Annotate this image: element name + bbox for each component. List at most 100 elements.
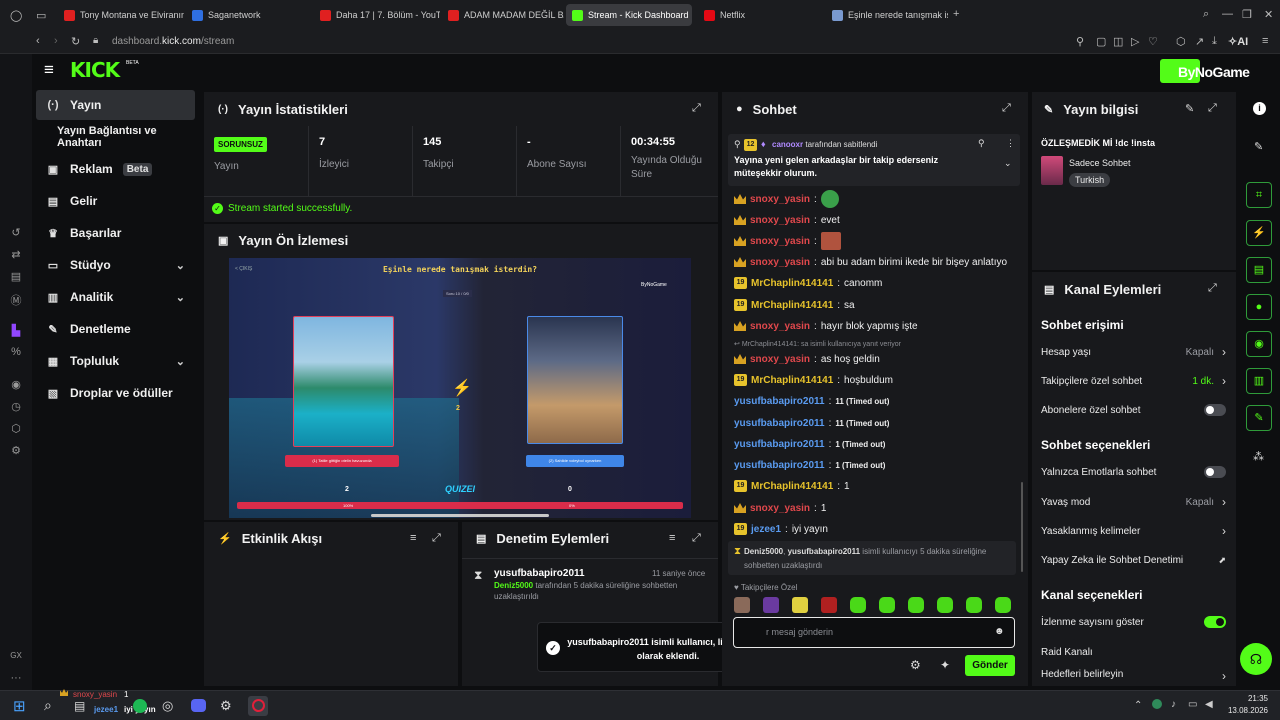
notes-icon[interactable]: ▤ bbox=[9, 270, 23, 283]
chat-scrollbar[interactable] bbox=[1021, 482, 1023, 572]
category-thumbnail[interactable] bbox=[1041, 156, 1063, 185]
steam-icon[interactable]: ⚙ bbox=[220, 698, 232, 714]
popout-icon[interactable]: ⤢ bbox=[1208, 282, 1217, 295]
share-icon[interactable]: ↗ bbox=[1195, 35, 1204, 48]
chat-username[interactable]: MrChaplin414141 bbox=[751, 481, 833, 492]
support-button[interactable]: ☊ bbox=[1240, 643, 1272, 675]
search-icon[interactable]: ⌕ bbox=[1203, 8, 1209, 21]
settings-icon[interactable]: ⚙ bbox=[910, 658, 921, 672]
browser-tab[interactable]: Tony Montana ve Elviranın bbox=[58, 4, 184, 26]
apps-icon[interactable]: ⁂ bbox=[1253, 450, 1264, 463]
browser-tab[interactable]: ADAM MADAM DEĞİL BAM bbox=[442, 4, 564, 26]
more-icon[interactable]: ··· bbox=[9, 672, 23, 684]
emotes-only-row[interactable]: Yalnızca Emotlarla sohbet bbox=[1041, 461, 1226, 483]
raid-row[interactable]: Raid Kanalı bbox=[1041, 641, 1226, 663]
account-age-row[interactable]: Hesap yaşı Kapalı › bbox=[1041, 341, 1226, 363]
slow-mode-row[interactable]: Yavaş mod Kapalı › bbox=[1041, 491, 1226, 513]
emotes-only-toggle[interactable] bbox=[1204, 466, 1226, 478]
chat-message[interactable]: snoxy_yasin: hayır blok yapmış işte bbox=[734, 317, 918, 335]
settings-icon[interactable]: ⚙ bbox=[9, 444, 23, 457]
chat-username[interactable]: jezee1 bbox=[751, 524, 781, 535]
emote-picker-item[interactable] bbox=[908, 597, 924, 613]
new-tab-button[interactable]: + bbox=[953, 8, 959, 20]
edit-icon[interactable]: ✎ bbox=[1185, 102, 1194, 115]
nav-item-1[interactable]: Yayın Bağlantısı ve Anahtarı bbox=[36, 122, 202, 152]
info-icon[interactable]: i bbox=[1253, 102, 1266, 115]
reload-icon[interactable]: ↻ bbox=[71, 35, 80, 48]
send-button[interactable]: Gönder bbox=[965, 655, 1015, 676]
chat-username[interactable]: snoxy_yasin bbox=[750, 257, 810, 268]
close-icon[interactable]: ✕ bbox=[1264, 8, 1273, 21]
nav-item-7[interactable]: ✎ Denetleme bbox=[36, 314, 195, 344]
wrench-icon[interactable]: ✎ bbox=[1246, 405, 1272, 431]
opera-logo-icon[interactable]: ◯ bbox=[10, 9, 22, 22]
chat-message[interactable]: snoxy_yasin: bbox=[734, 190, 839, 208]
player-icon[interactable]: ▷ bbox=[1131, 35, 1139, 48]
brand-logo[interactable]: ByNoGame bbox=[1178, 64, 1250, 80]
minimize-icon[interactable]: — bbox=[1222, 8, 1233, 20]
show-viewers-row[interactable]: İzlenme sayısını göster bbox=[1041, 611, 1226, 633]
banned-words-row[interactable]: Yasaklanmış kelimeler › bbox=[1041, 520, 1226, 542]
tab-menu-icon[interactable]: ▭ bbox=[36, 9, 46, 22]
windows-start-icon[interactable]: ⊞ bbox=[13, 697, 26, 715]
edit-icon[interactable]: ✎ bbox=[1254, 140, 1263, 153]
chat-message[interactable]: yusufbabapiro2011:11 (Timed out) bbox=[734, 414, 889, 432]
popout-icon[interactable]: ⤢ bbox=[692, 532, 701, 545]
chat-username[interactable]: MrChaplin414141 bbox=[751, 300, 833, 311]
search-icon[interactable]: ⌕ bbox=[44, 697, 52, 714]
chevron-down-icon[interactable]: ⌄ bbox=[176, 259, 185, 272]
popout-icon[interactable]: ⤢ bbox=[692, 102, 701, 115]
chrome-icon[interactable]: ◎ bbox=[162, 698, 173, 714]
chat-input[interactable]: r mesaj gönderin ☻ bbox=[733, 617, 1015, 648]
ai-button[interactable]: ✧AI bbox=[1228, 35, 1248, 48]
emote-picker-item[interactable] bbox=[763, 597, 779, 613]
chat-message[interactable]: yusufbabapiro2011:11 (Timed out) bbox=[734, 392, 889, 410]
option-left-image[interactable] bbox=[293, 316, 394, 447]
pin-icon[interactable]: ⚲ bbox=[1076, 35, 1084, 48]
goals-row[interactable]: Hedefleri belirleyin › bbox=[1041, 669, 1226, 686]
chat-icon[interactable]: ● bbox=[1246, 294, 1272, 320]
broadcast-icon[interactable]: ◉ bbox=[1246, 331, 1272, 357]
kebab-icon[interactable]: ⋮ bbox=[1006, 138, 1015, 149]
browser-tab[interactable]: Netflix bbox=[698, 4, 824, 26]
nav-item-8[interactable]: ▦ Topluluk ⌄ bbox=[36, 346, 195, 376]
unpin-icon[interactable]: ⚲ bbox=[978, 138, 985, 149]
chat-username[interactable]: snoxy_yasin bbox=[750, 194, 810, 205]
microphone-icon[interactable]: ♪ bbox=[1171, 699, 1176, 710]
popout-icon[interactable]: ⤢ bbox=[1002, 102, 1011, 115]
pinned-message[interactable]: ⚲ 12 ♦ canooxr tarafından sabitlendi ⚲ ⋮… bbox=[728, 134, 1020, 186]
emote-picker-item[interactable] bbox=[879, 597, 895, 613]
chat-username[interactable]: snoxy_yasin bbox=[750, 354, 810, 365]
nav-item-2[interactable]: ▣ Reklam Beta bbox=[36, 154, 195, 184]
hamburger-icon[interactable]: ≡ bbox=[44, 60, 54, 80]
tray-chevron-icon[interactable]: ⌃ bbox=[1134, 700, 1142, 711]
player-side-icon[interactable]: ◉ bbox=[9, 378, 23, 391]
browser-tab[interactable]: Saganetwork bbox=[186, 4, 312, 26]
chat-message[interactable]: 19 MrChaplin414141: sa bbox=[734, 296, 855, 314]
subs-only-toggle[interactable] bbox=[1204, 404, 1226, 416]
stream-video[interactable]: < ÇIKIŞ Eşinle nerede tanışmak isterdin?… bbox=[229, 258, 691, 518]
emote-picker-item[interactable] bbox=[821, 597, 837, 613]
nav-item-0[interactable]: (·) Yayın bbox=[36, 90, 195, 120]
browser-tab[interactable]: Daha 17 | 7. Bölüm - YouTu bbox=[314, 4, 440, 26]
chat-message[interactable]: snoxy_yasin:1 bbox=[734, 499, 826, 517]
clock-icon[interactable]: ◷ bbox=[9, 400, 23, 413]
cube-side-icon[interactable]: ⬡ bbox=[9, 422, 23, 435]
chat-message[interactable]: snoxy_yasin: bbox=[734, 232, 841, 250]
mod-tools-icon[interactable]: ✦ bbox=[940, 658, 950, 672]
mod-item-user[interactable]: yusufbabapiro2011 bbox=[494, 568, 585, 579]
twitch-icon[interactable]: ▙ bbox=[9, 324, 23, 337]
nav-item-5[interactable]: ▭ Stüdyo ⌄ bbox=[36, 250, 195, 280]
chevron-down-icon[interactable]: ⌄ bbox=[176, 291, 185, 304]
chat-username[interactable]: snoxy_yasin bbox=[750, 236, 810, 247]
chat-username[interactable]: MrChaplin414141 bbox=[751, 375, 833, 386]
chat-message[interactable]: yusufbabapiro2011:1 (Timed out) bbox=[734, 435, 885, 453]
popout-icon[interactable]: ⤢ bbox=[432, 532, 441, 545]
emote-picker-item[interactable] bbox=[937, 597, 953, 613]
filter-icon[interactable]: ≡ bbox=[669, 532, 675, 544]
discord-icon[interactable] bbox=[191, 699, 206, 712]
extension-icon[interactable]: ◫ bbox=[1113, 35, 1123, 48]
browser-tab[interactable]: Stream - Kick Dashboard bbox=[566, 4, 692, 26]
option-right-image[interactable] bbox=[527, 316, 623, 444]
nav-item-4[interactable]: ♛ Başarılar bbox=[36, 218, 195, 248]
